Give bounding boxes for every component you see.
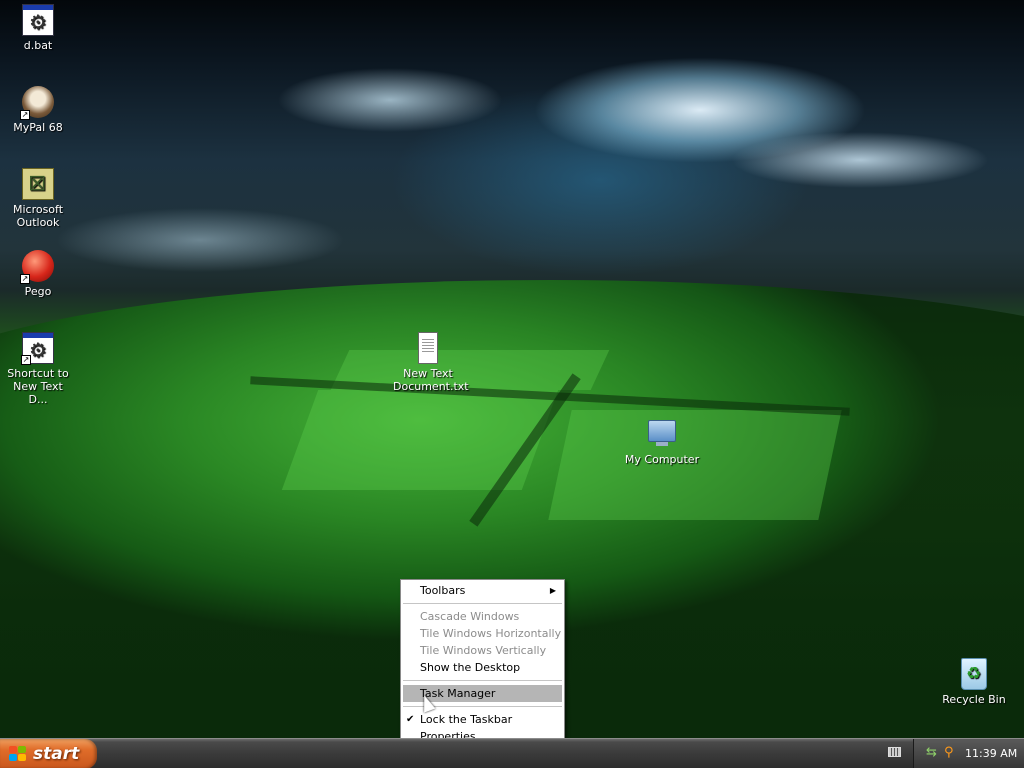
shortcut-arrow-icon: ↗ [21,355,31,365]
my-computer-icon [646,418,678,450]
desktop-icon-label: My Computer [624,453,700,466]
desktop-icon-new-text-document[interactable]: New Text Document.txt [390,332,469,393]
batch-file-icon [22,4,54,36]
batch-file-icon: ↗ [21,332,54,365]
taskbar[interactable]: start ⇆ ⚲ 11:39 AM [0,738,1024,768]
menu-item-tile-horizontally[interactable]: Tile Windows Horizontally [401,625,564,642]
desktop-icon-mypal[interactable]: ↗ MyPal 68 [0,86,76,134]
desktop-icon-label: Shortcut to New Text D... [7,367,69,406]
menu-item-toolbars[interactable]: Toolbars ▶ [401,582,564,599]
system-tray: ⇆ ⚲ 11:39 AM [913,739,1024,768]
menu-item-label: Tile Windows Vertically [420,644,547,657]
search-icon[interactable]: ⚲ [944,746,958,760]
recycle-bin-icon [961,658,987,690]
taskbar-context-menu: Toolbars ▶ Cascade Windows Tile Windows … [400,579,565,747]
desktop-icon-label: MyPal 68 [13,121,63,134]
shortcut-arrow-icon: ↗ [20,110,30,120]
pego-icon: ↗ [20,250,54,284]
desktop-icon-label: New Text Document.txt [393,367,469,393]
menu-item-label: Show the Desktop [420,661,521,674]
text-file-icon [418,332,438,364]
menu-item-show-desktop[interactable]: Show the Desktop [401,659,564,676]
desktop-icon-label: d.bat [23,39,53,52]
desktop-icon-outlook[interactable]: Microsoft Outlook [0,168,76,229]
desktop-icon-my-computer[interactable]: My Computer [624,418,700,466]
windows-logo-icon [9,746,27,762]
desktop-icon-label: Pego [24,285,52,298]
outlook-icon [22,168,54,200]
desktop-icon-recycle-bin[interactable]: Recycle Bin [936,658,1012,706]
menu-item-tile-vertically[interactable]: Tile Windows Vertically [401,642,564,659]
mypal-browser-icon: ↗ [20,86,54,120]
checkmark-icon: ✔ [406,714,415,725]
menu-item-label: Tile Windows Horizontally [420,627,562,640]
menu-separator [403,680,562,681]
menu-item-label: Lock the Taskbar [420,713,513,726]
desktop-icon-label: Microsoft Outlook [12,203,64,229]
start-button[interactable]: start [0,739,97,768]
desktop-icon-d-bat[interactable]: d.bat [0,4,76,52]
menu-item-label: Toolbars [420,584,466,597]
shortcut-arrow-icon: ↗ [20,274,30,284]
wallpaper-window-pane [281,390,559,490]
menu-item-lock-taskbar[interactable]: ✔ Lock the Taskbar [401,711,564,728]
menu-item-label: Cascade Windows [420,610,520,623]
keyboard-icon[interactable] [888,747,901,757]
menu-separator [403,603,562,604]
network-icon[interactable]: ⇆ [926,746,940,760]
menu-item-cascade-windows[interactable]: Cascade Windows [401,608,564,625]
start-button-label: start [33,744,80,764]
desktop-icon-shortcut-text[interactable]: ↗ Shortcut to New Text D... [0,332,76,406]
clock[interactable]: 11:39 AM [965,747,1017,760]
submenu-arrow-icon: ▶ [549,586,556,595]
desktop-icon-label: Recycle Bin [942,693,1006,706]
desktop-icon-pego[interactable]: ↗ Pego [0,250,76,298]
